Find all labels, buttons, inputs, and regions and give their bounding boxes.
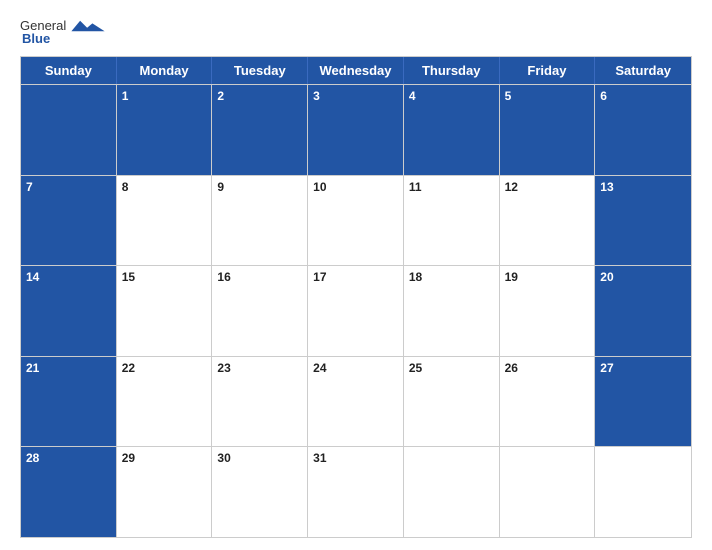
header-day-monday: Monday [117, 57, 213, 84]
header-day-thursday: Thursday [404, 57, 500, 84]
cal-cell: 3 [308, 85, 404, 175]
header-day-wednesday: Wednesday [308, 57, 404, 84]
cal-cell: 1 [117, 85, 213, 175]
cal-cell: 31 [308, 447, 404, 537]
cal-cell [404, 447, 500, 537]
day-number: 29 [122, 450, 207, 467]
header: General Blue [20, 18, 692, 46]
day-number: 24 [313, 360, 398, 377]
cal-cell: 24 [308, 357, 404, 447]
day-number: 4 [409, 88, 494, 105]
day-number: 5 [505, 88, 590, 105]
cal-cell [21, 85, 117, 175]
logo-icon [70, 19, 106, 33]
day-number: 6 [600, 88, 686, 105]
cal-cell: 21 [21, 357, 117, 447]
cal-cell: 28 [21, 447, 117, 537]
day-number: 16 [217, 269, 302, 286]
week-row-1: 789 10 11 12 13 [21, 175, 691, 266]
cal-cell: 15 [117, 266, 213, 356]
day-number: 2 [217, 88, 302, 105]
day-number: 27 [600, 360, 686, 377]
day-number: 28 [26, 450, 111, 467]
header-day-sunday: Sunday [21, 57, 117, 84]
day-number: 17 [313, 269, 398, 286]
header-day-friday: Friday [500, 57, 596, 84]
week-row-3: 21 22 23 24 25 26 27 [21, 356, 691, 447]
day-number: 8 [122, 179, 207, 196]
day-number: 26 [505, 360, 590, 377]
cal-cell: 14 [21, 266, 117, 356]
day-number: 3 [313, 88, 398, 105]
day-number: 21 [26, 360, 111, 377]
page: General Blue SundayMondayTuesdayWednesda… [0, 0, 712, 550]
cal-cell: 8 [117, 176, 213, 266]
day-number: 30 [217, 450, 302, 467]
day-number: 9 [217, 179, 302, 196]
calendar: SundayMondayTuesdayWednesdayThursdayFrid… [20, 56, 692, 538]
day-number: 22 [122, 360, 207, 377]
week-row-2: 14 15 16 17 18 19 20 [21, 265, 691, 356]
calendar-header: SundayMondayTuesdayWednesdayThursdayFrid… [21, 57, 691, 84]
cal-cell: 22 [117, 357, 213, 447]
cal-cell: 19 [500, 266, 596, 356]
header-day-tuesday: Tuesday [212, 57, 308, 84]
week-row-0: 123456 [21, 84, 691, 175]
day-number: 20 [600, 269, 686, 286]
day-number: 23 [217, 360, 302, 377]
cal-cell: 29 [117, 447, 213, 537]
cal-cell [500, 447, 596, 537]
day-number: 1 [122, 88, 207, 105]
cal-cell: 11 [404, 176, 500, 266]
day-number: 14 [26, 269, 111, 286]
cal-cell: 17 [308, 266, 404, 356]
logo: General Blue [20, 18, 106, 46]
week-row-4: 28 29 30 31 [21, 446, 691, 537]
header-day-saturday: Saturday [595, 57, 691, 84]
cal-cell: 10 [308, 176, 404, 266]
cal-cell: 2 [212, 85, 308, 175]
cal-cell: 12 [500, 176, 596, 266]
day-number: 12 [505, 179, 590, 196]
day-number: 19 [505, 269, 590, 286]
day-number: 10 [313, 179, 398, 196]
cal-cell: 13 [595, 176, 691, 266]
cal-cell: 6 [595, 85, 691, 175]
cal-cell: 5 [500, 85, 596, 175]
cal-cell: 23 [212, 357, 308, 447]
day-number: 25 [409, 360, 494, 377]
day-number: 15 [122, 269, 207, 286]
cal-cell: 20 [595, 266, 691, 356]
cal-cell: 26 [500, 357, 596, 447]
day-number: 31 [313, 450, 398, 467]
cal-cell: 30 [212, 447, 308, 537]
cal-cell [595, 447, 691, 537]
cal-cell: 27 [595, 357, 691, 447]
day-number: 18 [409, 269, 494, 286]
logo-blue: Blue [22, 31, 50, 46]
day-number: 13 [600, 179, 686, 196]
cal-cell: 7 [21, 176, 117, 266]
cal-cell: 25 [404, 357, 500, 447]
calendar-body: 1234567891011121314151617181920212223242… [21, 84, 691, 537]
day-number: 7 [26, 179, 111, 196]
day-number: 11 [409, 179, 494, 196]
cal-cell: 18 [404, 266, 500, 356]
cal-cell: 16 [212, 266, 308, 356]
cal-cell: 9 [212, 176, 308, 266]
cal-cell: 4 [404, 85, 500, 175]
